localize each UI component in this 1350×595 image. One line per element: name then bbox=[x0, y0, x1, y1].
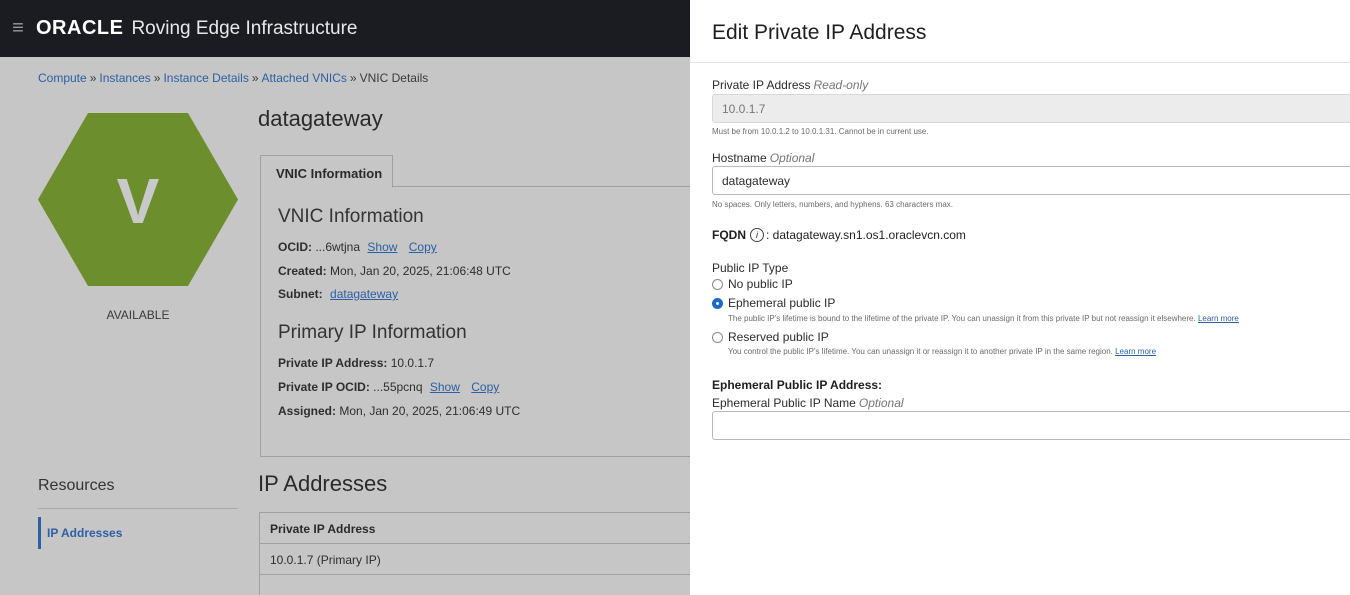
radio-reserved-public-ip[interactable]: Reserved public IP bbox=[712, 330, 829, 344]
ephemeral-learn-more-link[interactable]: Learn more bbox=[1198, 314, 1239, 323]
table-row[interactable]: 10.0.1.7 (Primary IP) bbox=[260, 544, 690, 575]
ip-addresses-table: Private IP Address 10.0.1.7 (Primary IP) bbox=[259, 512, 690, 595]
column-header-private-ip[interactable]: Private IP Address bbox=[260, 513, 690, 544]
resource-status-badge: V bbox=[38, 113, 238, 286]
radio-selected-icon[interactable] bbox=[712, 297, 723, 309]
primary-ip-heading: Primary IP Information bbox=[278, 322, 467, 343]
hostname-input[interactable]: datagateway bbox=[712, 166, 1350, 195]
ephemeral-ip-hint: The public IP's lifetime is bound to the… bbox=[728, 314, 1239, 323]
private-ip-field-label-text: Private IP Address bbox=[712, 78, 811, 92]
edit-private-ip-drawer: Edit Private IP Address Private IP Addre… bbox=[690, 0, 1350, 595]
vnic-info-panel: VNIC Information OCID: ...6wtjna Show Co… bbox=[260, 187, 690, 457]
breadcrumb-instance-details[interactable]: Instance Details bbox=[163, 71, 248, 85]
ocid-value: ...6wtjna bbox=[315, 240, 361, 254]
subnet-link[interactable]: datagateway bbox=[330, 287, 398, 301]
radio-ephemeral-public-ip[interactable]: Ephemeral public IP bbox=[712, 296, 835, 310]
breadcrumb-separator: » bbox=[153, 71, 161, 85]
hostname-field-label: Hostname Optional bbox=[712, 151, 814, 165]
breadcrumb-compute[interactable]: Compute bbox=[38, 71, 87, 85]
radio-unselected-icon[interactable] bbox=[712, 278, 723, 290]
table-row-empty bbox=[260, 575, 690, 595]
page-title: datagateway bbox=[258, 106, 383, 131]
ocid-row: OCID: ...6wtjna Show Copy bbox=[278, 240, 437, 254]
reserved-learn-more-link[interactable]: Learn more bbox=[1115, 347, 1156, 356]
resources-nav-ip-addresses[interactable]: IP Addresses bbox=[38, 517, 122, 549]
private-ip-ocid-value: ...55pcnq bbox=[373, 380, 423, 394]
ephemeral-name-label: Ephemeral Public IP Name Optional bbox=[712, 396, 904, 410]
ocid-show-link[interactable]: Show bbox=[367, 240, 397, 254]
private-ip-field-qualifier: Read-only bbox=[813, 78, 869, 92]
ip-addresses-heading: IP Addresses bbox=[258, 471, 388, 496]
resources-heading: Resources bbox=[38, 477, 115, 494]
public-ip-type-label: Public IP Type bbox=[712, 261, 789, 275]
background-page: ≡ ORACLE Roving Edge Infrastructure Comp… bbox=[0, 0, 690, 595]
created-value: Mon, Jan 20, 2025, 21:06:48 UTC bbox=[330, 264, 511, 278]
breadcrumb-separator: » bbox=[349, 71, 357, 85]
ocid-copy-link[interactable]: Copy bbox=[409, 240, 437, 254]
hostname-field-hint: No spaces. Only letters, numbers, and hy… bbox=[712, 200, 954, 209]
ephemeral-name-label-text: Ephemeral Public IP Name bbox=[712, 396, 856, 410]
oracle-logo[interactable]: ORACLE bbox=[36, 17, 123, 40]
ephemeral-name-input[interactable] bbox=[712, 411, 1350, 440]
hostname-field-label-text: Hostname bbox=[712, 151, 767, 165]
hamburger-icon[interactable]: ≡ bbox=[0, 0, 36, 57]
radio-ephemeral-public-ip-label: Ephemeral public IP bbox=[728, 296, 836, 310]
assigned-value: Mon, Jan 20, 2025, 21:06:49 UTC bbox=[339, 404, 521, 418]
radio-no-public-ip[interactable]: No public IP bbox=[712, 277, 793, 291]
private-ip-ocid-show-link[interactable]: Show bbox=[430, 380, 460, 394]
private-ip-label: Private IP Address: bbox=[278, 356, 388, 370]
private-ip-row: Private IP Address: 10.0.1.7 bbox=[278, 356, 434, 370]
reserved-ip-hint: You control the public IP's lifetime. Yo… bbox=[728, 347, 1156, 356]
breadcrumb-instances[interactable]: Instances bbox=[99, 71, 150, 85]
ephemeral-name-qualifier: Optional bbox=[858, 396, 904, 410]
top-navigation-bar: ≡ ORACLE Roving Edge Infrastructure bbox=[0, 0, 690, 57]
private-ip-field-hint: Must be from 10.0.1.2 to 10.0.1.31. Cann… bbox=[712, 127, 929, 136]
private-ip-ocid-label: Private IP OCID: bbox=[278, 380, 370, 394]
radio-unselected-icon[interactable] bbox=[712, 331, 723, 343]
hostname-field-qualifier: Optional bbox=[769, 151, 815, 165]
subnet-label: Subnet: bbox=[278, 287, 323, 301]
resources-divider bbox=[38, 508, 238, 509]
breadcrumb: Compute» Instances» Instance Details» Attac… bbox=[38, 71, 428, 85]
private-ip-ocid-row: Private IP OCID: ...55pcnq Show Copy bbox=[278, 380, 499, 394]
subnet-row: Subnet: datagateway bbox=[278, 287, 398, 301]
reserved-ip-hint-text: You control the public IP's lifetime. Yo… bbox=[728, 347, 1113, 356]
tab-vnic-information[interactable]: VNIC Information bbox=[260, 155, 393, 188]
badge-letter: V bbox=[117, 165, 160, 237]
private-ip-ocid-copy-link[interactable]: Copy bbox=[471, 380, 499, 394]
private-ip-field-label: Private IP Address Read-only bbox=[712, 78, 868, 92]
breadcrumb-separator: » bbox=[251, 71, 259, 85]
ocid-label: OCID: bbox=[278, 240, 312, 254]
ephemeral-ip-heading: Ephemeral Public IP Address: bbox=[712, 378, 883, 392]
assigned-row: Assigned: Mon, Jan 20, 2025, 21:06:49 UT… bbox=[278, 404, 520, 418]
breadcrumb-separator: » bbox=[89, 71, 97, 85]
radio-reserved-public-ip-label: Reserved public IP bbox=[728, 330, 829, 344]
product-name: Roving Edge Infrastructure bbox=[131, 17, 358, 39]
assigned-label: Assigned: bbox=[278, 404, 337, 418]
private-ip-value: 10.0.1.7 bbox=[390, 356, 435, 370]
info-icon[interactable]: i bbox=[750, 228, 764, 242]
fqdn-value: : datagateway.sn1.os1.oraclevcn.com bbox=[766, 228, 966, 242]
ephemeral-ip-hint-text: The public IP's lifetime is bound to the… bbox=[728, 314, 1196, 323]
drawer-header-divider bbox=[690, 62, 1350, 63]
radio-no-public-ip-label: No public IP bbox=[728, 277, 793, 291]
drawer-title: Edit Private IP Address bbox=[712, 21, 927, 44]
vnic-info-heading: VNIC Information bbox=[278, 206, 424, 227]
private-ip-field: 10.0.1.7 bbox=[712, 94, 1350, 123]
status-label: AVAILABLE bbox=[106, 308, 170, 322]
breadcrumb-current: VNIC Details bbox=[359, 71, 429, 85]
breadcrumb-attached-vnics[interactable]: Attached VNICs bbox=[262, 71, 347, 85]
created-label: Created: bbox=[278, 264, 327, 278]
tab-bar: VNIC Information bbox=[260, 155, 690, 188]
fqdn-label: FQDN bbox=[712, 228, 746, 242]
created-row: Created: Mon, Jan 20, 2025, 21:06:48 UTC bbox=[278, 264, 511, 278]
fqdn-row: FQDN i : datagateway.sn1.os1.oraclevcn.c… bbox=[712, 228, 966, 242]
